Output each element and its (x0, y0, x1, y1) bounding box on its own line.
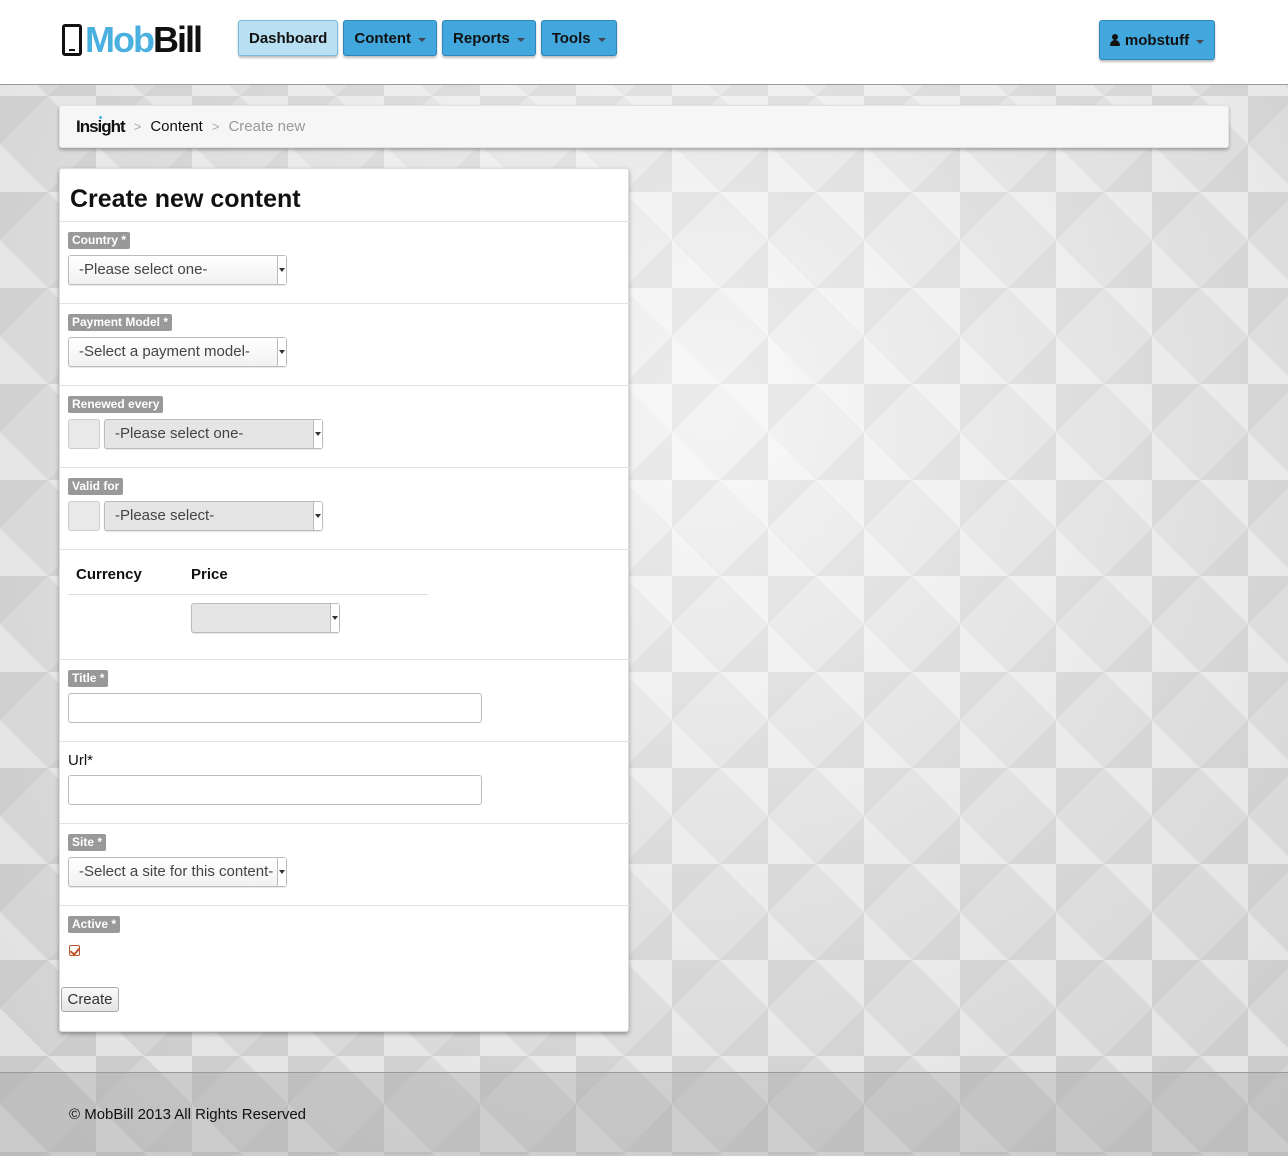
caret-down-icon (597, 37, 606, 42)
payment-model-select-value: -Select a payment model- (79, 343, 250, 360)
renewed-every-select-value: -Please select one- (115, 425, 244, 442)
valid-for-section: Valid for -Please select- (60, 467, 630, 549)
site-section: Site * -Select a site for this content- (60, 823, 630, 905)
site-select[interactable]: -Select a site for this content- (68, 857, 287, 887)
breadcrumb-separator: > (133, 119, 142, 134)
user-menu-button[interactable]: mobstuff (1099, 20, 1215, 60)
valid-for-number-input[interactable] (68, 501, 100, 531)
phone-icon (62, 24, 82, 56)
breadcrumb-content-link[interactable]: Content (150, 118, 203, 135)
select-arrow-icon (330, 604, 339, 632)
select-arrow-icon (313, 502, 322, 530)
select-arrow-icon (313, 420, 322, 448)
payment-model-select[interactable]: -Select a payment model- (68, 337, 287, 367)
site-label: Site * (68, 834, 107, 851)
select-arrow-icon (277, 256, 286, 284)
select-arrow-icon (277, 858, 286, 886)
valid-for-select[interactable]: -Please select- (104, 501, 323, 531)
user-icon (1109, 34, 1120, 46)
country-section: Country * -Please select one- (60, 221, 630, 303)
mobbill-logo[interactable]: Mob Bill (62, 19, 203, 60)
caret-down-icon (516, 37, 525, 42)
select-arrow-icon (277, 338, 286, 366)
footer-copyright: © MobBill 2013 All Rights Reserved (69, 1106, 306, 1123)
nav-tools-label: Tools (551, 29, 591, 47)
top-bar: Mob Bill Dashboard Content Reports Tools… (0, 0, 1288, 85)
valid-for-select-value: -Please select- (115, 507, 215, 524)
nav-reports-button[interactable]: Reports (442, 20, 536, 56)
country-label: Country * (68, 232, 130, 249)
title-input[interactable] (68, 693, 482, 723)
breadcrumb-separator: > (211, 119, 220, 134)
renewed-every-select[interactable]: -Please select one- (104, 419, 323, 449)
caret-down-icon (418, 37, 427, 42)
user-name: mobstuff (1124, 31, 1190, 49)
title-section: Title * (60, 659, 630, 741)
renewed-every-label: Renewed every (68, 396, 164, 413)
payment-model-section: Payment Model * -Select a payment model- (60, 303, 630, 385)
valid-for-label: Valid for (68, 478, 124, 495)
country-select-value: -Please select one- (79, 261, 208, 278)
breadcrumb-current: Create new (228, 118, 306, 135)
url-section: Url* (60, 741, 630, 823)
breadcrumb: Insight > Content > Create new (59, 105, 1229, 148)
price-select[interactable] (191, 603, 340, 633)
nav-content-button[interactable]: Content (343, 20, 438, 56)
nav-tools-button[interactable]: Tools (540, 20, 617, 56)
main-nav: Dashboard Content Reports Tools (238, 20, 617, 56)
active-section: Active * (60, 905, 630, 975)
title-label: Title * (68, 670, 109, 687)
price-table-section: Currency Price (60, 549, 630, 659)
logo-text-mob: Mob (85, 19, 155, 60)
currency-column-header: Currency (76, 566, 142, 583)
renewed-every-section: Renewed every -Please select one- (60, 385, 630, 467)
payment-model-label: Payment Model * (68, 314, 173, 331)
nav-dashboard-button[interactable]: Dashboard (238, 20, 339, 56)
logo-text-bill: Bill (152, 19, 203, 60)
create-button[interactable]: Create (61, 987, 119, 1012)
site-select-value: -Select a site for this content- (79, 863, 274, 880)
url-input[interactable] (68, 775, 482, 805)
price-column-header: Price (191, 566, 228, 583)
page-title: Create new content (70, 185, 301, 213)
footer: © MobBill 2013 All Rights Reserved (0, 1072, 1288, 1156)
breadcrumb-insight-logo[interactable]: Insight (76, 115, 126, 137)
table-divider (68, 594, 428, 595)
nav-dashboard-label: Dashboard (249, 29, 328, 47)
nav-content-label: Content (354, 29, 412, 47)
active-checkbox[interactable] (69, 945, 80, 956)
create-content-panel: Create new content Country * -Please sel… (59, 168, 630, 1032)
active-label: Active * (68, 916, 121, 933)
caret-down-icon (1196, 39, 1205, 44)
url-label: Url* (68, 752, 93, 769)
renewed-every-number-input[interactable] (68, 419, 100, 449)
country-select[interactable]: -Please select one- (68, 255, 287, 285)
nav-reports-label: Reports (453, 29, 510, 47)
